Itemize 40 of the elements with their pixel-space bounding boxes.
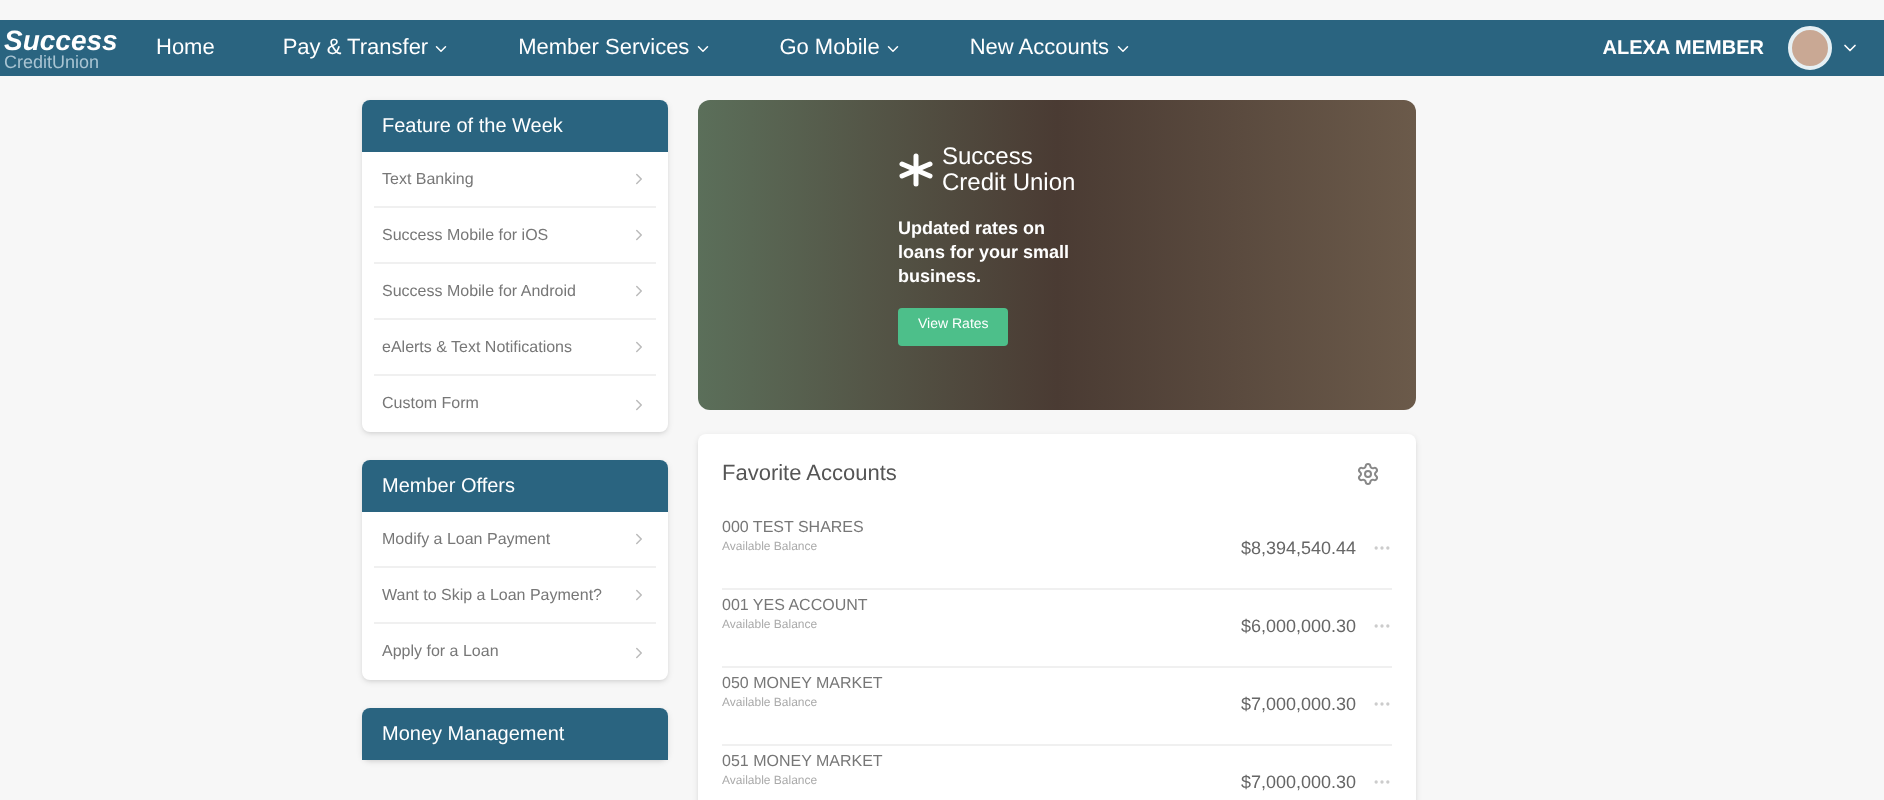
nav-link[interactable]: Home [156,31,215,65]
chevron-right-icon [630,338,648,356]
account-balance: $6,000,000.30 [1240,613,1356,639]
account-balance: $7,000,000.30 [1240,769,1356,795]
account-name: 001 YES ACCOUNT [722,595,868,615]
sidebar-link[interactable]: eAlerts & Text Notifications [374,320,656,376]
sidebar-link[interactable]: Custom Form [374,376,656,432]
brand-name: Success Credit Union [942,144,1076,196]
chevron-right-icon [630,643,648,661]
account-name: 000 TEST SHARES [722,517,864,537]
card-title: Feature of the Week [382,113,563,141]
account-balance: $7,000,000.30 [1240,691,1356,717]
avatar[interactable] [1788,26,1832,70]
nav-link[interactable]: Pay & Transfer [282,31,451,65]
hero-message: Updated rates on loans for your small business. [898,216,1072,288]
nav-link[interactable]: Go Mobile [779,31,902,65]
chevron-right-icon [630,226,648,244]
logo[interactable]: Success CreditUnion [0,25,140,71]
chevron-right-icon [630,170,648,188]
sidebar-link[interactable]: Apply for a Loan [374,624,656,680]
nav-link[interactable]: New Accounts [969,31,1132,65]
sidebar-link[interactable]: Success Mobile for Android [374,264,656,320]
user-name: ALEXA MEMBER [1602,35,1764,63]
star-logo-icon [898,152,934,188]
card-title: Favorite Accounts [722,460,897,490]
chevron-right-icon [630,282,648,300]
chevron-right-icon [630,395,648,413]
chevron-right-icon [630,530,648,548]
chevron-right-icon [630,586,648,604]
sidebar-link[interactable]: Success Mobile for iOS [374,208,656,264]
account-name: 051 MONEY MARKET [722,751,883,771]
settings-icon[interactable] [1356,462,1380,487]
account-name: 050 MONEY MARKET [722,673,883,693]
sidebar-link[interactable]: Text Banking [374,152,656,208]
sidebar-link[interactable]: Want to Skip a Loan Payment? [374,568,656,624]
sidebar-link[interactable]: Modify a Loan Payment [374,512,656,568]
nav-link[interactable]: Member Services [518,31,712,65]
card-title: Member Offers [382,473,515,501]
card-title: Money Management [382,721,565,749]
account-balance: $8,394,540.44 [1240,535,1356,561]
